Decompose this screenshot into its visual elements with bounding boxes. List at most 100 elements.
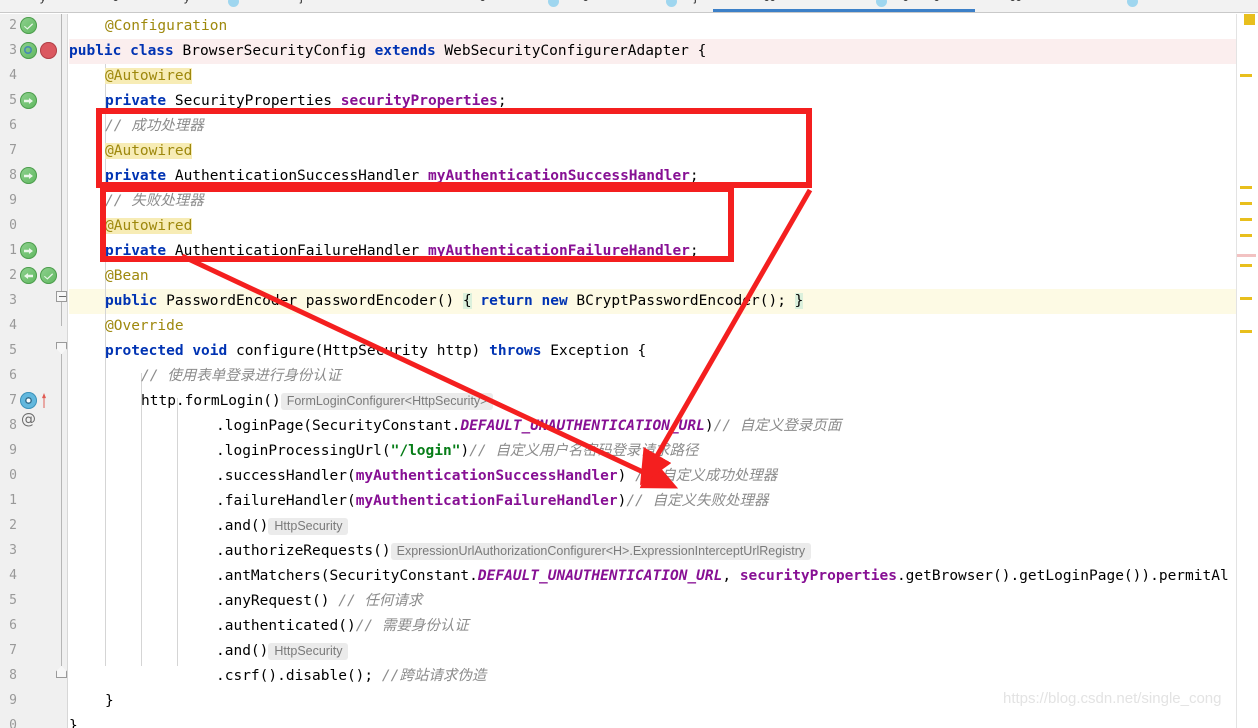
code-line[interactable]: .loginPage(SecurityConstant.DEFAULT_UNAU…	[216, 414, 841, 439]
code-token: .authorizeRequests()	[216, 543, 391, 559]
warning-stripe-marker[interactable]	[1240, 297, 1252, 300]
code-line[interactable]: @Bean	[105, 264, 149, 289]
editor-tab[interactable]: J	[934, 0, 940, 4]
gutter-icons[interactable]	[20, 267, 60, 286]
gutter-icons[interactable]	[20, 242, 40, 261]
code-line[interactable]: // 使用表单登录进行身份认证	[141, 364, 341, 389]
warning-stripe-marker[interactable]	[1240, 330, 1252, 333]
fold-region-start[interactable]	[56, 342, 67, 354]
editor-tab[interactable]: J	[903, 0, 909, 4]
failure-handler-highlight-box	[100, 186, 734, 262]
breakpoint-icon[interactable]	[40, 42, 57, 59]
code-line[interactable]: .csrf().disable(); //跨站请求伪造	[216, 664, 486, 689]
gutter-icons[interactable]	[20, 42, 60, 61]
code-line[interactable]: .authenticated()// 需要身份认证	[216, 614, 469, 639]
line-number: 7	[9, 143, 17, 158]
warning-stripe-marker[interactable]	[1244, 14, 1255, 25]
tab-modified-icon	[228, 0, 239, 7]
code-token: void	[192, 343, 236, 359]
warning-stripe-marker[interactable]	[1240, 202, 1252, 205]
line-number: 7	[9, 393, 17, 408]
code-token: "/login"	[390, 443, 461, 459]
editor-tab[interactable]: y	[40, 0, 46, 4]
code-row-background	[69, 714, 1236, 728]
warning-stripe-marker[interactable]	[1240, 218, 1252, 221]
line-number: 4	[9, 68, 17, 83]
code-token: // 任何请求	[338, 593, 423, 609]
indent-guide	[177, 398, 178, 666]
editor-tab[interactable]: J	[113, 0, 119, 4]
warning-stripe-marker[interactable]	[1240, 264, 1252, 267]
code-line[interactable]: .and() HttpSecurity	[216, 639, 349, 664]
editor-tab-strip[interactable]: yJyjJJJjJJJJJJ	[0, 0, 1258, 13]
editor-tab[interactable]: J	[480, 0, 486, 4]
code-line[interactable]: @Configuration	[105, 14, 227, 39]
editor-tab[interactable]: JJ	[1010, 0, 1022, 4]
editor-tab[interactable]: y	[184, 0, 190, 4]
line-number: 2	[9, 18, 17, 33]
line-number: 9	[9, 193, 17, 208]
code-token: myAuthenticationSuccessHandler	[355, 468, 618, 484]
line-number: 2	[9, 518, 17, 533]
line-number: 1	[9, 243, 17, 258]
code-line[interactable]: @Override	[105, 314, 184, 339]
code-token: // 自定义成功处理器	[635, 468, 778, 484]
code-token: }	[69, 718, 78, 728]
tab-modified-icon	[876, 0, 887, 7]
fold-toggle-expanded[interactable]	[56, 291, 67, 302]
code-token: extends	[374, 43, 445, 59]
green-implements-icon[interactable]	[20, 167, 37, 184]
inlay-type-hint: ExpressionUrlAuthorizationConfigurer<H>.…	[390, 543, 812, 560]
code-token: SecurityProperties	[174, 93, 341, 109]
code-folding-column[interactable]	[56, 14, 68, 728]
code-token: }	[105, 693, 114, 709]
code-line[interactable]: .successHandler(myAuthenticationSuccessH…	[216, 464, 777, 489]
code-line[interactable]: protected void configure(HttpSecurity ht…	[105, 339, 646, 364]
code-token: .failureHandler(	[216, 493, 356, 509]
code-line[interactable]: .authorizeRequests() ExpressionUrlAuthori…	[216, 539, 812, 564]
code-line[interactable]: .loginProcessingUrl("/login")// 自定义用户名密码…	[216, 439, 698, 464]
fold-region-end[interactable]	[56, 666, 67, 678]
green-overrides-icon[interactable]	[20, 267, 37, 284]
editor-tab[interactable]: j	[694, 0, 697, 4]
line-number: 3	[9, 293, 17, 308]
code-line[interactable]: http.formLogin() FormLoginConfigurer<Http…	[141, 389, 494, 414]
code-line[interactable]: .anyRequest() // 任何请求	[216, 589, 422, 614]
error-stripe-marker[interactable]	[1237, 254, 1256, 257]
gutter-icons[interactable]	[20, 167, 40, 186]
green-magnify-icon[interactable]	[20, 42, 37, 59]
gutter-icons[interactable]	[20, 92, 40, 111]
gutter-icons[interactable]	[20, 17, 40, 36]
code-line[interactable]: .antMatchers(SecurityConstant.DEFAULT_UN…	[216, 564, 1229, 589]
code-line[interactable]: }	[105, 689, 114, 714]
error-stripe-marker-bar[interactable]	[1236, 14, 1258, 728]
code-line[interactable]: }	[69, 714, 78, 728]
code-token: DEFAULT_UNAUTHENTICATION_URL	[460, 418, 705, 434]
green-check-icon[interactable]	[40, 267, 57, 284]
editor-tab[interactable]: J	[583, 0, 589, 4]
code-line[interactable]: .and() HttpSecurity	[216, 514, 349, 539]
code-token: myAuthenticationFailureHandler	[355, 493, 618, 509]
warning-stripe-marker[interactable]	[1240, 186, 1252, 189]
warning-stripe-marker[interactable]	[1240, 234, 1252, 237]
fold-line	[61, 354, 62, 666]
code-token: http.formLogin()	[141, 393, 281, 409]
code-line[interactable]: @Autowired	[105, 64, 193, 89]
code-token: // 使用表单登录进行身份认证	[141, 368, 342, 384]
editor-tab[interactable]: JJ	[764, 0, 776, 4]
code-line[interactable]: public PasswordEncoder passwordEncoder()…	[105, 289, 804, 314]
arrow-up-icon[interactable]	[40, 392, 48, 409]
code-line[interactable]: public class BrowserSecurityConfig exten…	[69, 39, 706, 64]
editor-tab[interactable]: j	[300, 0, 303, 4]
code-token: class	[130, 43, 183, 59]
line-number: 3	[9, 43, 17, 58]
green-check-icon[interactable]	[20, 17, 37, 34]
code-line[interactable]: .failureHandler(myAuthenticationFailureH…	[216, 489, 769, 514]
warning-stripe-marker[interactable]	[1240, 74, 1252, 77]
line-number: 5	[9, 593, 17, 608]
code-token: .and()	[216, 518, 269, 534]
spring-bean-icon[interactable]	[20, 392, 37, 409]
fold-line	[61, 14, 62, 326]
green-implements-icon[interactable]	[20, 242, 37, 259]
green-implements-icon[interactable]	[20, 92, 37, 109]
